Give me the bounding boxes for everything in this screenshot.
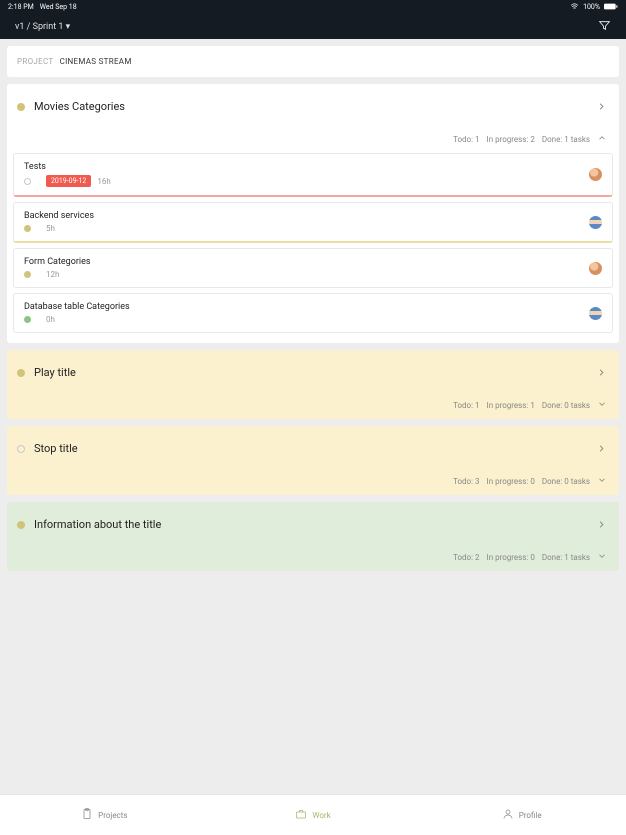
- section-stop-title: Stop title Todo: 3 In progress: 0 Done: …: [7, 426, 619, 495]
- breadcrumb[interactable]: PROJECT CINEMAS STREAM: [7, 46, 619, 77]
- assignee-avatar[interactable]: [589, 262, 602, 275]
- hours-label: 12h: [46, 270, 59, 279]
- briefcase-icon: [295, 808, 307, 822]
- status-time: 2:18 PM: [8, 3, 34, 11]
- done-count: Done: 0 tasks: [542, 401, 590, 410]
- nav-label: Work: [312, 811, 330, 820]
- chevron-right-icon: [596, 363, 607, 382]
- task-row[interactable]: Database table Categories 0h: [13, 293, 613, 333]
- section-header[interactable]: Stop title: [7, 426, 619, 471]
- task-status-dot-icon: [24, 271, 31, 278]
- filter-icon[interactable]: [598, 17, 611, 36]
- breadcrumb-name: CINEMAS STREAM: [60, 57, 132, 66]
- done-count: Done: 1 tasks: [542, 553, 590, 562]
- breadcrumb-label: PROJECT: [17, 57, 53, 66]
- status-date: Wed Sep 18: [40, 3, 77, 11]
- nav-profile[interactable]: Profile: [417, 795, 626, 835]
- wifi-icon: [570, 2, 579, 13]
- status-dot-icon: [17, 445, 25, 453]
- task-name: Form Categories: [24, 257, 589, 267]
- section-title: Stop title: [34, 442, 596, 455]
- task-row[interactable]: Backend services 5h: [13, 202, 613, 243]
- chevron-right-icon: [596, 515, 607, 534]
- hours-label: 5h: [46, 224, 55, 233]
- task-status-dot-icon: [24, 225, 31, 232]
- task-list: Tests 2019-09-12 16h Backend services 5h: [7, 153, 619, 333]
- section-header[interactable]: Movies Categories: [7, 84, 619, 129]
- progress-count: In progress: 1: [487, 401, 535, 410]
- task-row[interactable]: Form Categories 12h: [13, 248, 613, 288]
- battery-percent: 100%: [583, 3, 600, 11]
- done-count: Done: 1 tasks: [542, 135, 590, 144]
- content-scroll[interactable]: PROJECT CINEMAS STREAM Movies Categories…: [0, 39, 626, 794]
- chevron-down-icon[interactable]: [597, 551, 607, 563]
- section-stats[interactable]: Todo: 3 In progress: 0 Done: 0 tasks: [7, 471, 619, 495]
- due-date-badge: 2019-09-12: [46, 175, 91, 187]
- task-row[interactable]: Tests 2019-09-12 16h: [13, 153, 613, 197]
- progress-count: In progress: 0: [487, 553, 535, 562]
- chevron-up-icon[interactable]: [597, 133, 607, 145]
- todo-count: Todo: 1: [453, 135, 479, 144]
- todo-count: Todo: 3: [453, 477, 479, 486]
- section-stats[interactable]: Todo: 1 In progress: 1 Done: 0 tasks: [7, 395, 619, 419]
- section-title: Movies Categories: [34, 100, 596, 113]
- chevron-down-icon[interactable]: [597, 475, 607, 487]
- chevron-right-icon: [596, 439, 607, 458]
- todo-count: Todo: 2: [453, 553, 479, 562]
- nav-work[interactable]: Work: [209, 795, 418, 835]
- person-icon: [502, 808, 514, 822]
- hours-label: 16h: [97, 177, 110, 186]
- progress-count: In progress: 0: [487, 477, 535, 486]
- section-title: Information about the title: [34, 518, 596, 531]
- caret-down-icon: ▾: [66, 22, 71, 32]
- assignee-avatar[interactable]: [589, 216, 602, 229]
- todo-count: Todo: 1: [453, 401, 479, 410]
- sprint-selector[interactable]: v1 / Sprint 1 ▾: [15, 22, 70, 32]
- section-movies-categories: Movies Categories Todo: 1 In progress: 2…: [7, 84, 619, 343]
- section-stats[interactable]: Todo: 2 In progress: 0 Done: 1 tasks: [7, 547, 619, 571]
- status-dot-icon: [17, 521, 25, 529]
- nav-label: Profile: [519, 811, 542, 820]
- task-status-dot-icon: [24, 316, 31, 323]
- chevron-down-icon[interactable]: [597, 399, 607, 411]
- nav-projects[interactable]: Projects: [0, 795, 209, 835]
- section-header[interactable]: Play title: [7, 350, 619, 395]
- status-dot-icon: [17, 103, 25, 111]
- status-bar: 2:18 PM Wed Sep 18 100%: [0, 0, 626, 14]
- section-play-title: Play title Todo: 1 In progress: 1 Done: …: [7, 350, 619, 419]
- task-name: Backend services: [24, 211, 589, 221]
- header: v1 / Sprint 1 ▾: [0, 14, 626, 39]
- nav-label: Projects: [98, 811, 127, 820]
- section-information: Information about the title Todo: 2 In p…: [7, 502, 619, 571]
- done-count: Done: 0 tasks: [542, 477, 590, 486]
- clipboard-icon: [81, 808, 93, 822]
- progress-count: In progress: 2: [487, 135, 535, 144]
- battery-icon: [604, 3, 618, 12]
- section-title: Play title: [34, 366, 596, 379]
- hours-label: 0h: [46, 315, 55, 324]
- section-header[interactable]: Information about the title: [7, 502, 619, 547]
- section-stats[interactable]: Todo: 1 In progress: 2 Done: 1 tasks: [7, 129, 619, 153]
- task-name: Tests: [24, 162, 589, 172]
- task-status-dot-icon: [24, 178, 31, 185]
- status-dot-icon: [17, 369, 25, 377]
- chevron-right-icon: [596, 97, 607, 116]
- bottom-nav: Projects Work Profile: [0, 794, 626, 835]
- assignee-avatar[interactable]: [589, 168, 602, 181]
- task-name: Database table Categories: [24, 302, 589, 312]
- assignee-avatar[interactable]: [589, 307, 602, 320]
